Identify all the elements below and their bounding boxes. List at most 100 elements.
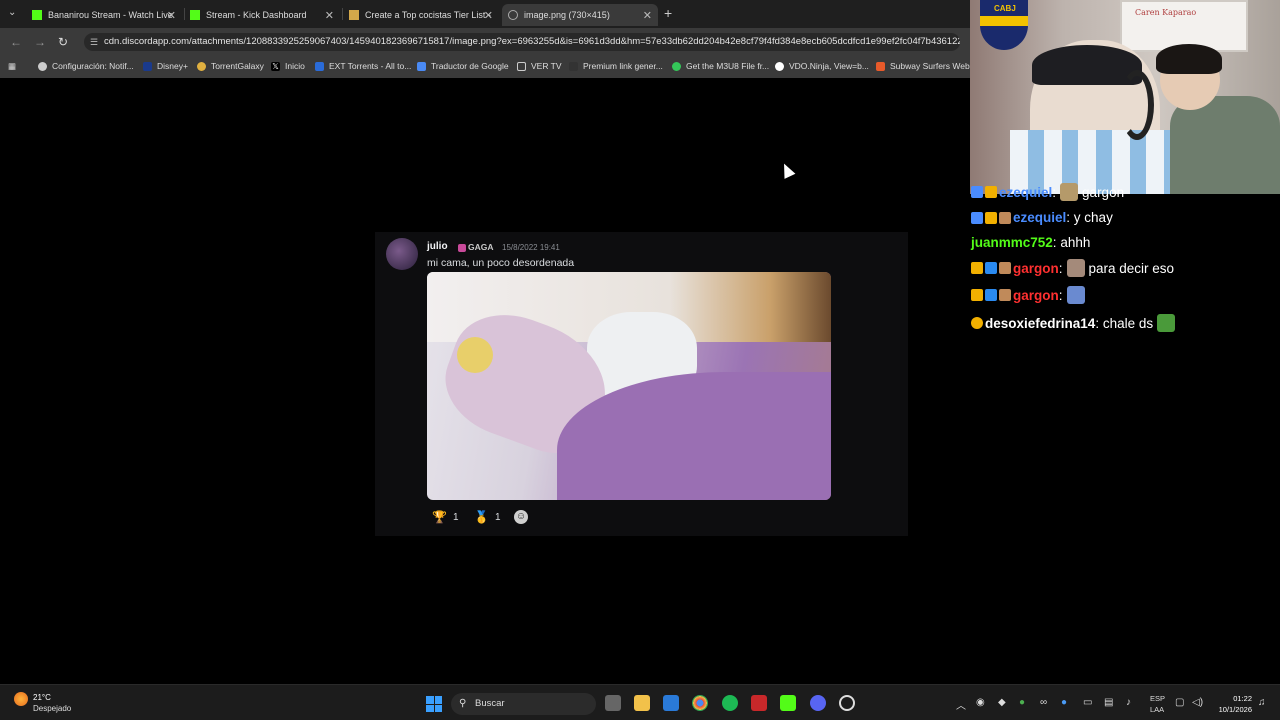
tab-list-chevron-icon[interactable]: ⌄ [8, 7, 16, 18]
bookmark-torrentgalaxy[interactable]: TorrentGalaxy [197, 61, 264, 71]
sword-badge-icon [971, 186, 983, 198]
boca-juniors-flag: CABJ [980, 0, 1028, 50]
photo-plush-toy [457, 337, 493, 373]
kick-icon[interactable] [780, 695, 796, 711]
info-badge-icon [971, 317, 983, 329]
bookmark-ext-torrents[interactable]: EXT Torrents - All to... [315, 61, 411, 71]
vdoninja-icon [775, 61, 784, 71]
url-field[interactable]: ☰ cdn.discordapp.com/attachments/1208833… [84, 33, 960, 51]
weather-sun-icon[interactable] [14, 692, 28, 706]
chat-message: ezequiel: gargon [971, 183, 1124, 201]
webcam-overlay: CABJ Caren Kaparao [970, 0, 1280, 194]
torrentgalaxy-icon [197, 61, 206, 71]
taskbar-clock[interactable]: 01:22 [1214, 694, 1252, 703]
close-tab-icon[interactable]: ✕ [325, 9, 334, 22]
network-icon[interactable]: ▢ [1175, 697, 1184, 708]
bookmark-m3u8[interactable]: Get the M3U8 File fr... [672, 61, 769, 71]
bookmark-traductor[interactable]: Traductor de Google [417, 61, 509, 71]
file-explorer-icon[interactable] [634, 695, 650, 711]
dog-badge-icon [999, 289, 1011, 301]
new-tab-button[interactable]: + [664, 5, 672, 21]
bookmarks-bar: ▦ Configuración: Notif... Disney+ Torren… [0, 56, 970, 78]
spotify-icon[interactable] [722, 695, 738, 711]
chat-username: gargon [1013, 287, 1059, 303]
close-tab-icon[interactable]: ✕ [484, 9, 493, 22]
weather-temperature[interactable]: 21°C [33, 693, 51, 702]
back-arrow-icon[interactable]: ← [10, 35, 22, 49]
close-tab-icon[interactable]: ✕ [643, 9, 652, 22]
chat-message: gargon: [971, 286, 1089, 304]
chrome-icon[interactable] [692, 695, 708, 711]
tray-keyboard-icon[interactable]: ▤ [1104, 697, 1113, 708]
tray-link-icon[interactable]: ∞ [1040, 697, 1047, 708]
weather-description[interactable]: Despejado [33, 704, 71, 713]
chat-username: juanmmc752 [971, 235, 1053, 250]
reload-icon[interactable]: ↻ [58, 35, 68, 49]
tab-bananirou-stream[interactable]: Bananirou Stream - Watch Live ✕ [26, 4, 182, 26]
message-username: julio [427, 241, 448, 252]
photos-icon[interactable] [663, 695, 679, 711]
crown-badge-icon [971, 262, 983, 274]
chat-text: y chay [1073, 210, 1113, 225]
chat-message: ezequiel: y chay [971, 210, 1113, 225]
chat-username: ezequiel [999, 184, 1053, 200]
tab-image-png[interactable]: image.png (730×415) ✕ [502, 4, 658, 26]
forward-arrow-icon[interactable]: → [34, 35, 46, 49]
microphone-icon[interactable]: ♪ [1126, 697, 1131, 708]
tray-discord-icon[interactable]: ◆ [998, 697, 1006, 708]
avatar [386, 238, 418, 270]
streamer2-hair [1156, 44, 1222, 74]
chat-username: desoxiefedrina14 [985, 315, 1096, 331]
taskbar-date[interactable]: 10/1/2026 [1210, 705, 1252, 714]
tray-green-icon[interactable]: ● [1019, 697, 1025, 708]
bookmark-premium-link[interactable]: Premium link gener... [569, 61, 663, 71]
bookmark-disney[interactable]: Disney+ [143, 61, 188, 71]
crown-badge-icon [985, 186, 997, 198]
translate-icon [417, 61, 426, 71]
chat-emote [1157, 314, 1176, 332]
discord-icon[interactable] [810, 695, 826, 711]
bookmark-subway-surfers[interactable]: Subway Surfers Web [876, 61, 970, 71]
chat-username: ezequiel [1013, 210, 1067, 225]
chat-message: gargon: para decir eso [971, 259, 1174, 277]
tray-monitor-icon[interactable]: ▭ [1083, 697, 1092, 708]
chat-username: gargon [1013, 260, 1059, 276]
apps-grid-icon[interactable]: ▦ [8, 61, 16, 72]
chat-emote [1066, 259, 1085, 277]
whiteboard-text: Caren Kaparao [1135, 8, 1197, 17]
subway-icon [876, 61, 885, 71]
windows-start-icon[interactable] [426, 696, 442, 712]
tray-steam-icon[interactable]: ● [1061, 697, 1067, 708]
task-view-icon[interactable] [605, 695, 621, 711]
chat-text: chale ds [1102, 315, 1154, 331]
medal-icon: 🥇 [474, 510, 489, 524]
bookmark-vdo-ninja[interactable]: VDO.Ninja, View=b... [775, 61, 869, 71]
tray-app-icon[interactable]: ◉ [976, 697, 985, 708]
bookmark-configuracion[interactable]: Configuración: Notif... [38, 61, 134, 71]
dog-badge-icon [999, 211, 1011, 224]
folder-icon [517, 61, 526, 71]
input-language-layout[interactable]: LAA [1150, 705, 1164, 714]
taskbar-search[interactable]: ⚲ Buscar [451, 693, 596, 715]
bookmark-inicio[interactable]: 𝕏 Inicio [271, 61, 305, 71]
link-icon [569, 61, 578, 71]
server-tag: GAGA [458, 242, 494, 252]
kick-icon [32, 10, 42, 20]
close-tab-icon[interactable]: ✕ [167, 9, 176, 22]
bookmark-folder-ver-tv[interactable]: VER TV [517, 61, 562, 71]
volume-icon[interactable]: ◁) [1192, 697, 1203, 708]
tab-kick-dashboard[interactable]: Stream - Kick Dashboard ✕ [184, 4, 340, 26]
tab-tier-list[interactable]: Create a Top cocistas Tier List - ✕ [343, 4, 499, 26]
settings-app-icon[interactable] [839, 695, 855, 711]
dog-badge-icon [999, 262, 1011, 274]
globe-icon [508, 10, 518, 20]
notification-bell-icon[interactable]: ♫ [1258, 697, 1266, 708]
input-language[interactable]: ESP [1150, 694, 1165, 703]
media-app-icon[interactable] [751, 695, 767, 711]
crown-badge-icon [985, 211, 997, 224]
search-icon: ⚲ [459, 698, 467, 709]
tray-overflow-chevron-icon[interactable]: ︿ [956, 697, 966, 712]
disney-icon [143, 61, 152, 71]
ext-icon [315, 61, 324, 71]
site-info-icon[interactable]: ☰ [90, 33, 98, 51]
